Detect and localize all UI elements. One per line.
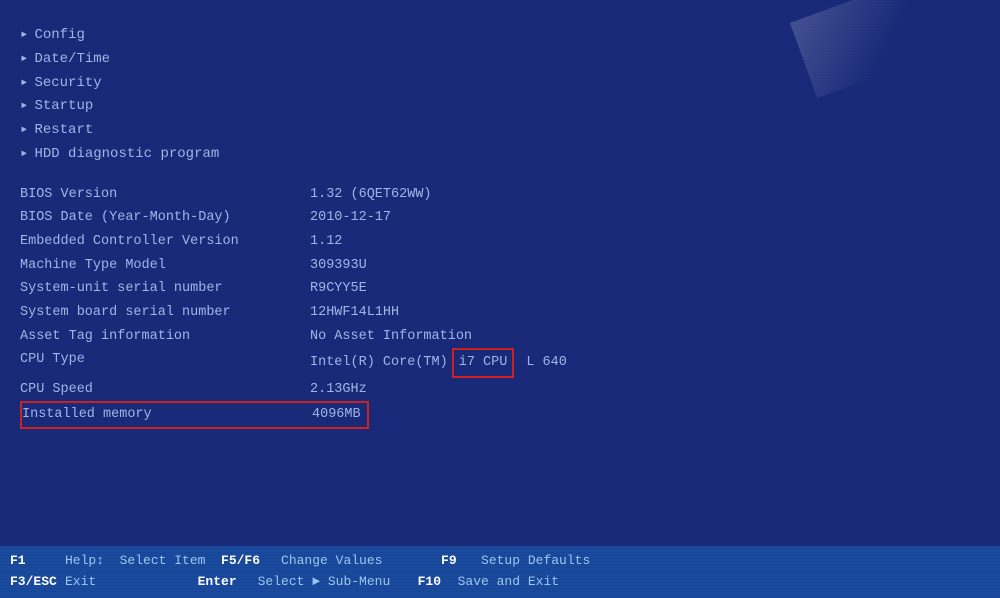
footer-enter-desc: Select ► Sub-Menu	[258, 572, 418, 593]
installed-memory-highlight: Installed memory 4096MB	[20, 401, 369, 429]
menu-item-security[interactable]: ▸ Security	[20, 72, 1000, 96]
cpu-speed-value: 2.13GHz	[310, 378, 367, 402]
installed-memory-row: Installed memory 4096MB	[20, 401, 980, 429]
ec-version-row: Embedded Controller Version 1.12	[20, 230, 980, 254]
menu-item-hdd[interactable]: ▸ HDD diagnostic program	[20, 143, 1000, 167]
ec-version-label: Embedded Controller Version	[20, 230, 310, 254]
menu-item-datetime[interactable]: ▸ Date/Time	[20, 48, 1000, 72]
cpu-type-row: CPU Type Intel(R) Core(TM) i7 CPU L 640	[20, 348, 980, 378]
bullet-icon: ▸	[20, 119, 28, 143]
footer-f10-desc: Save and Exit	[458, 572, 559, 593]
serial-number-value: R9CYY5E	[310, 277, 367, 301]
footer-enter-key: Enter	[198, 572, 258, 593]
footer-f5f6-key: F5/F6	[221, 551, 281, 572]
menu-item-restart[interactable]: ▸ Restart	[20, 119, 1000, 143]
footer-f3esc-key: F3/ESC	[10, 572, 65, 593]
bullet-icon: ▸	[20, 143, 28, 167]
bullet-icon: ▸	[20, 48, 28, 72]
bios-date-label: BIOS Date (Year-Month-Day)	[20, 206, 310, 230]
cpu-speed-row: CPU Speed 2.13GHz	[20, 378, 980, 402]
machine-type-row: Machine Type Model 309393U	[20, 254, 980, 278]
asset-tag-label: Asset Tag information	[20, 325, 310, 349]
machine-type-label: Machine Type Model	[20, 254, 310, 278]
board-serial-value: 12HWF14L1HH	[310, 301, 399, 325]
cpu-type-label: CPU Type	[20, 348, 310, 378]
installed-memory-label: Installed memory	[22, 403, 312, 427]
bios-screen: ▸ Config ▸ Date/Time ▸ Security ▸ Startu…	[0, 0, 1000, 598]
board-serial-row: System board serial number 12HWF14L1HH	[20, 301, 980, 325]
bios-info-section: BIOS Version 1.32 (6QET62WW) BIOS Date (…	[0, 177, 1000, 429]
board-serial-label: System board serial number	[20, 301, 310, 325]
cpu-type-value: Intel(R) Core(TM) i7 CPU L 640	[310, 348, 567, 378]
footer-f10-key: F10	[418, 572, 458, 593]
footer-f5f6-desc: Change Values	[281, 551, 441, 572]
footer-f3esc-desc: Exit	[65, 572, 198, 593]
footer-row-1: F1 Help↕ Select Item F5/F6 Change Values…	[10, 551, 990, 572]
serial-number-row: System-unit serial number R9CYY5E	[20, 277, 980, 301]
bios-version-row: BIOS Version 1.32 (6QET62WW)	[20, 183, 980, 207]
asset-tag-value: No Asset Information	[310, 325, 472, 349]
footer-f9-desc: Setup Defaults	[481, 551, 590, 572]
footer-f9-key: F9	[441, 551, 481, 572]
menu-section: ▸ Config ▸ Date/Time ▸ Security ▸ Startu…	[0, 10, 1000, 177]
cpu-type-suffix: L 640	[526, 351, 567, 375]
menu-item-startup[interactable]: ▸ Startup	[20, 95, 1000, 119]
serial-number-label: System-unit serial number	[20, 277, 310, 301]
machine-type-value: 309393U	[310, 254, 367, 278]
cpu-type-highlight: i7 CPU	[452, 348, 515, 378]
footer: F1 Help↕ Select Item F5/F6 Change Values…	[0, 546, 1000, 598]
bullet-icon: ▸	[20, 24, 28, 48]
bios-date-value: 2010-12-17	[310, 206, 391, 230]
asset-tag-row: Asset Tag information No Asset Informati…	[20, 325, 980, 349]
cpu-speed-label: CPU Speed	[20, 378, 310, 402]
bios-version-label: BIOS Version	[20, 183, 310, 207]
cpu-type-prefix: Intel(R) Core(TM)	[310, 351, 448, 375]
bullet-icon: ▸	[20, 72, 28, 96]
bios-version-value: 1.32 (6QET62WW)	[310, 183, 432, 207]
menu-item-config[interactable]: ▸ Config	[20, 24, 1000, 48]
footer-row-2: F3/ESC Exit Enter Select ► Sub-Menu F10 …	[10, 572, 990, 593]
installed-memory-value: 4096MB	[312, 403, 361, 427]
bios-date-row: BIOS Date (Year-Month-Day) 2010-12-17	[20, 206, 980, 230]
ec-version-value: 1.12	[310, 230, 342, 254]
footer-f1-desc: Help↕ Select Item	[65, 551, 221, 572]
bullet-icon: ▸	[20, 95, 28, 119]
footer-f1-key: F1	[10, 551, 65, 572]
